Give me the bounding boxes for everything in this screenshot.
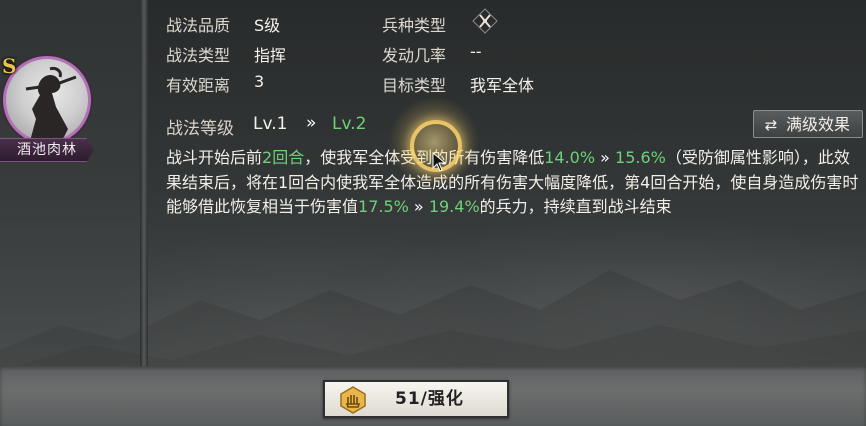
crossed-weapons-icon xyxy=(472,8,498,34)
skill-description: 战斗开始后前2回合，使我军全体受到的所有伤害降低14.0% » 15.6%（受防… xyxy=(166,146,862,220)
quality-label: 战法品质 xyxy=(166,16,231,35)
type-value: 指挥 xyxy=(254,46,287,65)
next-level: Lv.2 xyxy=(332,114,367,134)
desc-arrow: » xyxy=(408,197,429,216)
trigger-rate-value: -- xyxy=(470,42,482,61)
type-label: 战法类型 xyxy=(166,46,231,65)
mouse-cursor-icon xyxy=(432,152,447,172)
max-effect-button[interactable]: ⇄ 满级效果 xyxy=(753,110,863,138)
desc-value: 17.5% xyxy=(358,197,409,216)
skill-level-label: 战法等级 xyxy=(166,119,234,139)
hero-card[interactable]: S 酒池肉林 xyxy=(0,54,94,164)
desc-arrow: » xyxy=(595,148,616,167)
desc-value: 15.6% xyxy=(615,148,666,167)
desc-value: 19.4% xyxy=(428,197,480,216)
trigger-rate-label: 发动几率 xyxy=(382,46,447,65)
current-level: Lv.1 xyxy=(253,114,288,134)
max-effect-label: 满级效果 xyxy=(786,115,851,134)
desc-text: ，使我军全体受到的所有伤害降低 xyxy=(304,148,545,167)
swap-arrows-icon: ⇄ xyxy=(764,116,778,134)
target-type-label: 目标类型 xyxy=(382,76,447,95)
troop-type-label: 兵种类型 xyxy=(382,16,447,35)
enhance-button[interactable]: 51/强化 xyxy=(323,380,509,418)
range-label: 有效距离 xyxy=(166,76,231,95)
desc-text: 战斗开始后前 xyxy=(166,148,263,167)
range-value: 3 xyxy=(254,72,265,91)
target-type-value: 我军全体 xyxy=(470,76,535,95)
quality-value: S级 xyxy=(254,16,281,35)
hero-name: 酒池肉林 xyxy=(0,138,94,162)
desc-value: 14.0% xyxy=(544,148,596,167)
desc-value: 2回合 xyxy=(262,148,305,167)
enhance-label: 51/强化 xyxy=(395,389,464,409)
level-arrow: » xyxy=(306,113,317,133)
desc-text: 的兵力，持续直到战斗结束 xyxy=(479,197,672,216)
hero-rank-badge: S xyxy=(2,54,17,78)
panel-divider xyxy=(140,0,148,366)
enhance-hand-icon xyxy=(340,386,366,414)
